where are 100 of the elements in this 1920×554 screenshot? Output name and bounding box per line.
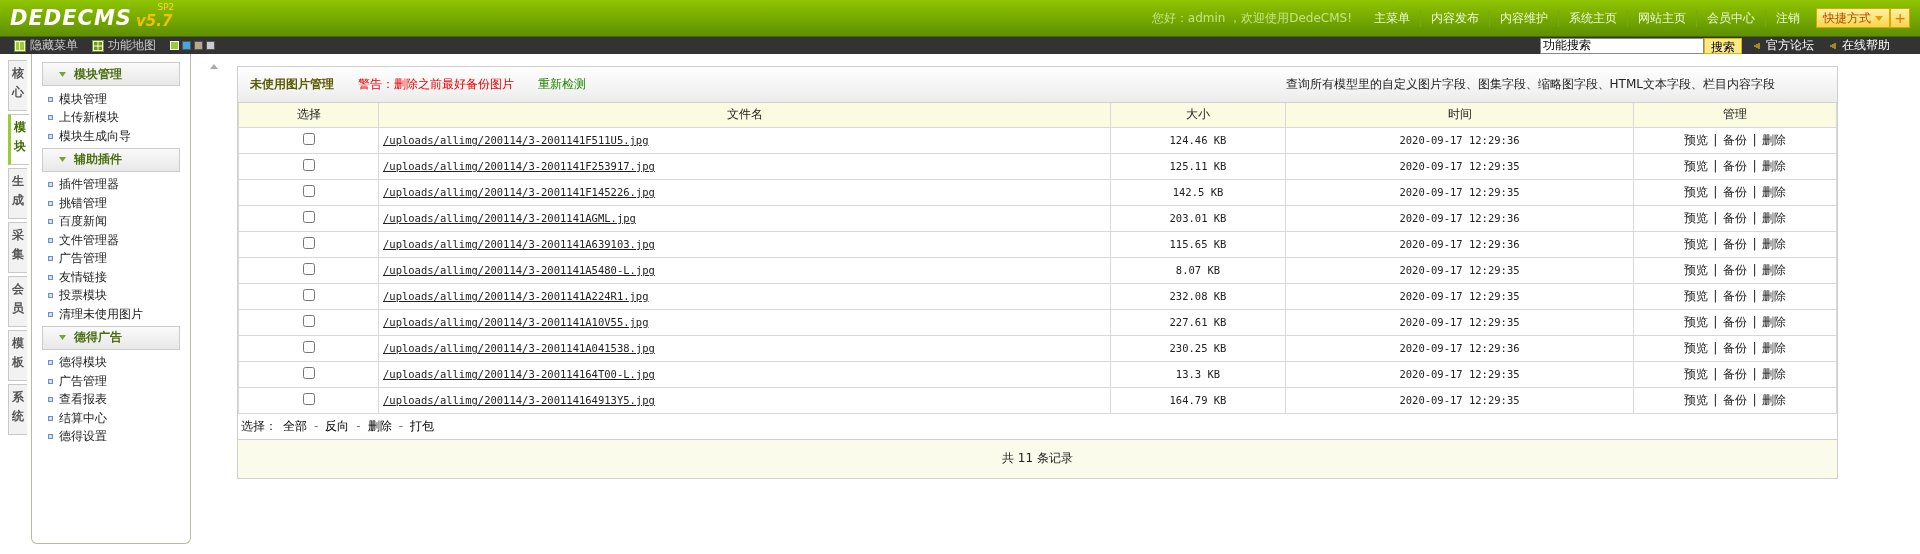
action-link[interactable]: 预览 (1683, 392, 1708, 407)
action-link[interactable]: 备份 (1723, 132, 1747, 147)
bullet-icon (48, 219, 53, 225)
file-link[interactable]: /uploads/allimg/200114/3-2001141A639103.jpg (383, 238, 655, 250)
side-tab[interactable]: 系统 (8, 384, 27, 435)
action-link[interactable]: 删除 (1762, 288, 1787, 303)
action-link[interactable]: 预览 (1683, 262, 1708, 277)
file-link[interactable]: /uploads/allimg/200114/3-2001141F511U5.jpg (383, 134, 649, 146)
side-tab[interactable]: 采集 (8, 222, 27, 273)
action-link[interactable]: 预览 (1683, 314, 1708, 329)
file-link[interactable]: /uploads/allimg/200114/3-200114164T00-L.jpg (383, 368, 655, 380)
sidebar-item[interactable]: 查看报表 (42, 390, 180, 409)
sidebar-item[interactable]: 广告管理 (42, 249, 180, 268)
group-header[interactable]: 模块管理 (42, 62, 180, 86)
action-link[interactable]: 预览 (1683, 184, 1708, 199)
sidebar-item[interactable]: 广告管理 (42, 372, 180, 391)
action-link[interactable]: 备份 (1723, 314, 1747, 329)
select-action-link[interactable]: 全部 (283, 417, 307, 435)
sidebar-item[interactable]: 文件管理器 (42, 231, 180, 250)
select-action-link[interactable]: 反向 (325, 417, 350, 435)
size-cell: 142.5 KB (1110, 179, 1286, 205)
action-link[interactable]: 预览 (1683, 236, 1708, 251)
side-tab[interactable]: 会员 (8, 276, 27, 327)
side-tab[interactable]: 模块 (8, 114, 29, 165)
shortcut-button[interactable]: 快捷方式 (1816, 8, 1890, 28)
action-link[interactable]: 预览 (1683, 288, 1708, 303)
action-link[interactable]: 删除 (1762, 366, 1787, 381)
action-link[interactable]: 删除 (1762, 340, 1787, 355)
row-checkbox[interactable] (302, 237, 315, 249)
row-checkbox[interactable] (302, 341, 315, 353)
file-link[interactable]: /uploads/allimg/200114/3-2001141F145226.jpg (383, 186, 655, 198)
action-link[interactable]: 备份 (1723, 366, 1747, 381)
sidebar-item[interactable]: 德得设置 (42, 427, 180, 446)
side-tab[interactable]: 核心 (8, 60, 27, 111)
skin-swatch[interactable] (194, 41, 203, 50)
file-link[interactable]: /uploads/allimg/200114/3-2001141F253917.jpg (383, 160, 655, 172)
sidebar-item[interactable]: 投票模块 (42, 286, 180, 305)
action-link[interactable]: 预览 (1683, 210, 1708, 225)
separator-text: | (1711, 184, 1719, 199)
row-checkbox[interactable] (302, 159, 315, 171)
action-link[interactable]: 删除 (1762, 392, 1787, 407)
sidebar-item[interactable]: 模块管理 (42, 90, 180, 109)
sidebar-item[interactable]: 插件管理器 (42, 175, 180, 194)
file-link[interactable]: /uploads/allimg/200114/3-2001141A224R1.jpg (383, 290, 649, 302)
select-action-link[interactable]: 删除 (367, 417, 392, 435)
row-checkbox[interactable] (302, 185, 315, 197)
sidebar-item[interactable]: 结算中心 (42, 409, 180, 428)
help-link[interactable]: 在线帮助 (1830, 37, 1890, 54)
function-map-button[interactable]: 功能地图 (92, 37, 156, 54)
file-link[interactable]: /uploads/allimg/200114/3-2001141A10V55.jpg (383, 316, 649, 328)
row-checkbox[interactable] (302, 211, 315, 223)
action-link[interactable]: 备份 (1723, 262, 1747, 277)
bullet-icon (48, 415, 53, 421)
row-checkbox[interactable] (302, 289, 315, 301)
search-button[interactable]: 搜索 (1704, 37, 1742, 54)
action-link[interactable]: 预览 (1683, 132, 1708, 147)
action-link[interactable]: 备份 (1723, 340, 1747, 355)
sidebar-item[interactable]: 百度新闻 (42, 212, 180, 231)
row-checkbox[interactable] (302, 367, 315, 379)
sidebar-item[interactable]: 友情链接 (42, 268, 180, 287)
group-header[interactable]: 德得广告 (42, 325, 180, 350)
select-action-link[interactable]: 打包 (410, 417, 435, 435)
sidebar-item[interactable]: 模块生成向导 (42, 127, 180, 146)
action-link[interactable]: 备份 (1723, 236, 1747, 251)
help-link[interactable]: 官方论坛 (1754, 37, 1814, 54)
action-link[interactable]: 删除 (1762, 184, 1787, 199)
file-link[interactable]: /uploads/allimg/200114/3-2001141A5480-L.jpg (383, 264, 655, 276)
action-link[interactable]: 删除 (1762, 262, 1787, 277)
action-link[interactable]: 预览 (1683, 340, 1708, 355)
action-link[interactable]: 备份 (1723, 184, 1747, 199)
file-link[interactable]: /uploads/allimg/200114/3-200114164913Y5.jpg (383, 394, 655, 406)
action-link[interactable]: 预览 (1683, 366, 1708, 381)
action-link[interactable]: 备份 (1723, 158, 1747, 173)
file-link[interactable]: /uploads/allimg/200114/3-2001141A041538.jpg (383, 342, 655, 354)
side-tab[interactable]: 生成 (8, 168, 27, 219)
sidebar-item[interactable]: 清理未使用图片 (42, 305, 180, 324)
group-header[interactable]: 辅助插件 (42, 147, 180, 172)
action-link[interactable]: 删除 (1762, 210, 1787, 225)
action-link[interactable]: 删除 (1762, 314, 1787, 329)
row-checkbox[interactable] (302, 315, 315, 327)
action-link[interactable]: 删除 (1762, 158, 1787, 173)
recheck-link[interactable]: 重新检测 (538, 76, 586, 93)
action-link[interactable]: 备份 (1723, 392, 1747, 407)
action-link[interactable]: 删除 (1762, 236, 1787, 251)
skin-swatch[interactable] (206, 41, 215, 50)
action-link[interactable]: 备份 (1723, 210, 1747, 225)
row-checkbox[interactable] (302, 393, 315, 405)
action-link[interactable]: 预览 (1683, 158, 1708, 173)
skin-swatch[interactable] (182, 41, 191, 50)
search-field[interactable]: 功能搜索 (1540, 37, 1704, 54)
sidebar-item[interactable]: 德得模块 (42, 353, 180, 372)
row-checkbox[interactable] (302, 133, 315, 145)
file-link[interactable]: /uploads/allimg/200114/3-2001141AGML.jpg (383, 212, 636, 224)
row-checkbox[interactable] (302, 263, 315, 275)
hide-menu-button[interactable]: 隐藏菜单 (14, 37, 78, 54)
action-link[interactable]: 删除 (1762, 132, 1787, 147)
sidebar-item[interactable]: 挑错管理 (42, 194, 180, 213)
side-tab[interactable]: 模板 (8, 330, 27, 381)
sidebar-item[interactable]: 上传新模块 (42, 108, 180, 127)
action-link[interactable]: 备份 (1723, 288, 1747, 303)
